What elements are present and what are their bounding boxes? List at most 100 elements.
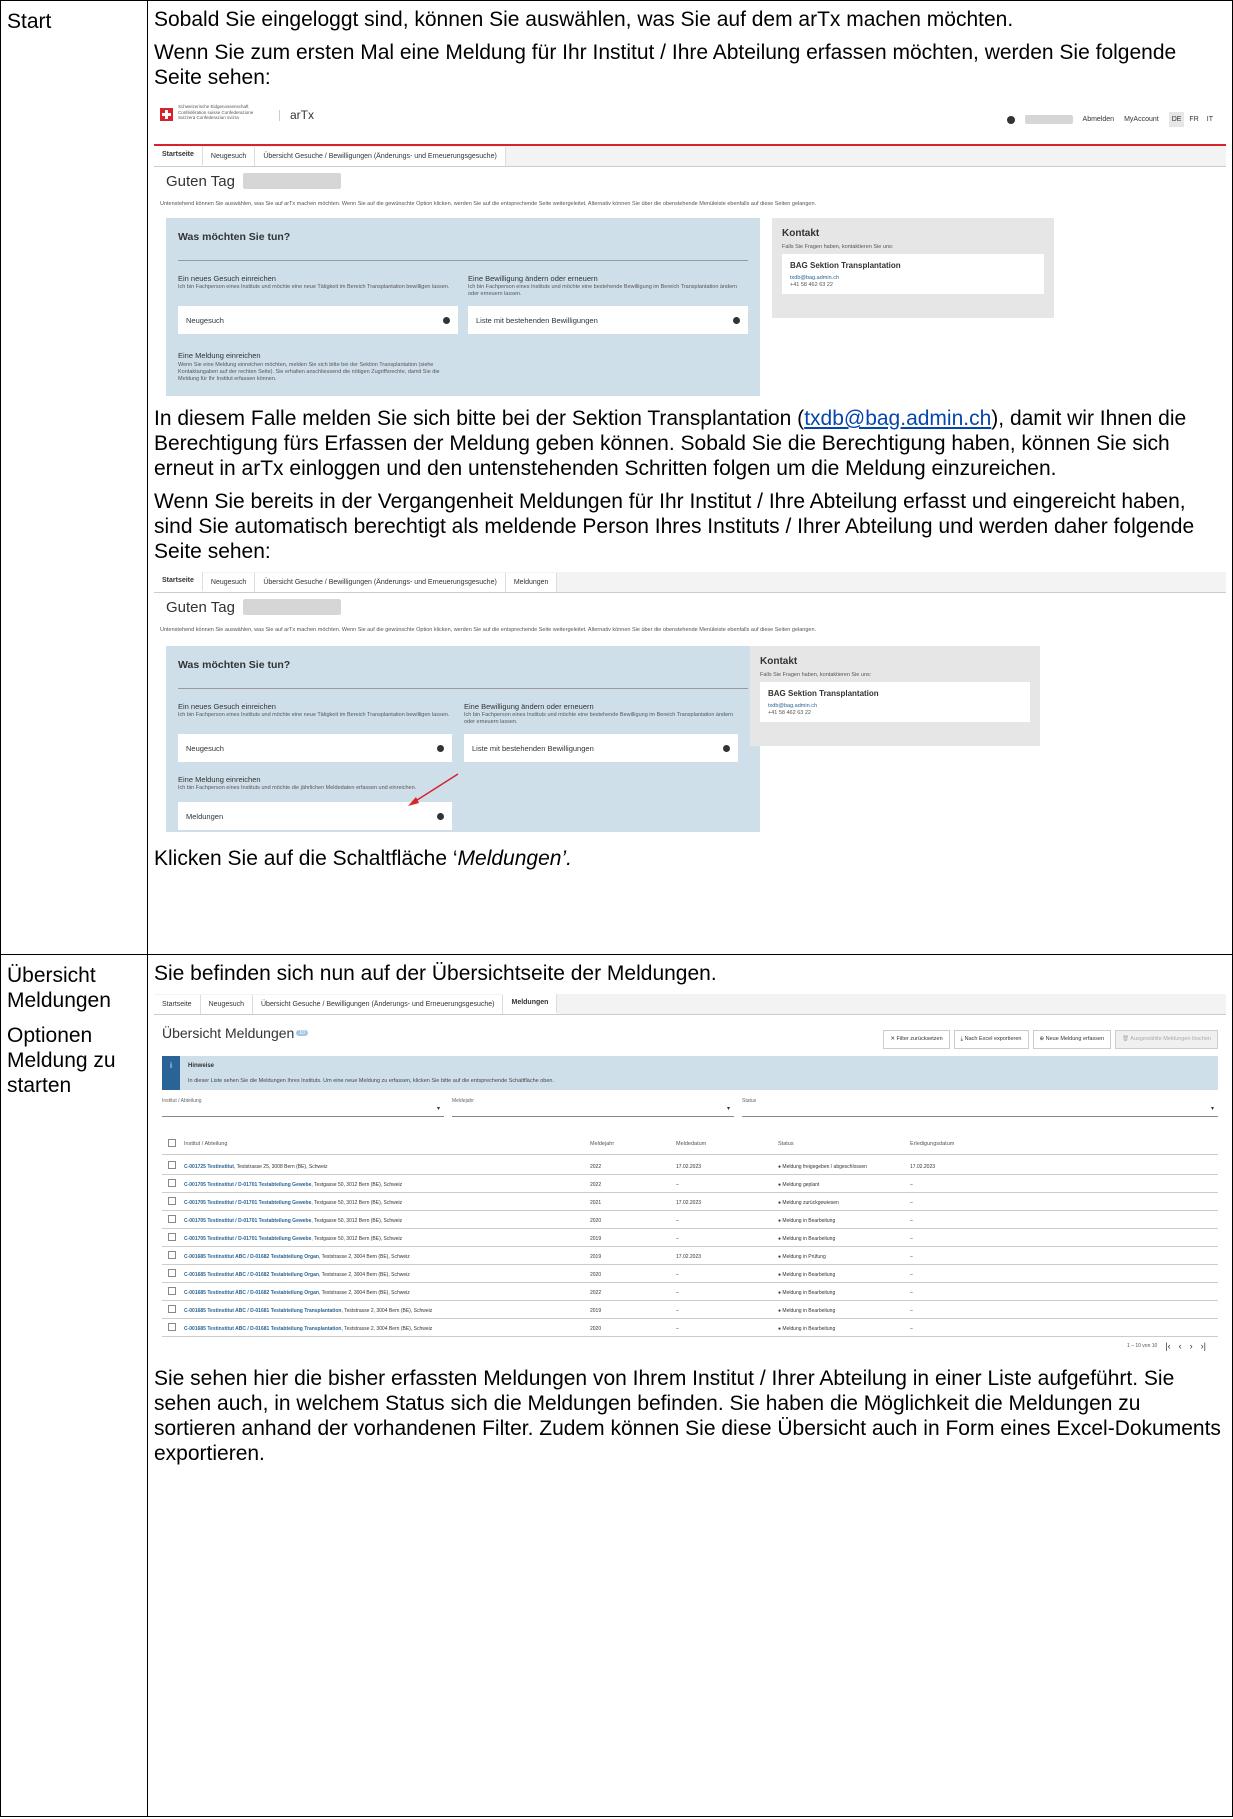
row-meldejahr: 2022 [590, 1164, 602, 1170]
row-status: ● Meldung in Bearbeitung [778, 1326, 836, 1332]
lang-fr[interactable]: FR [1186, 112, 1201, 127]
row-label-start: Start [0, 0, 148, 955]
option-new-desc: Ich bin Fachperson eines Instituts und m… [178, 284, 450, 290]
col-erledigungsdatum[interactable]: Erledigungsdatum [910, 1139, 954, 1150]
contact-subtitle: Falls Sie Fragen haben, kontaktieren Sie… [782, 244, 894, 250]
row-meldejahr: 2019 [590, 1236, 602, 1242]
row-status: ● Meldung in Bearbeitung [778, 1272, 836, 1278]
tab-neugesuch[interactable]: Neugesuch [200, 995, 253, 1014]
app-title: arTx [279, 109, 314, 121]
tab-startseite[interactable]: Startseite [154, 572, 203, 592]
filter-meldejahr[interactable]: Meldejahr ▾ [452, 1096, 734, 1117]
row-meldedatum: – [676, 1182, 679, 1188]
row-checkbox[interactable] [168, 1233, 176, 1241]
greeting: Guten Tag [166, 173, 1226, 189]
row-checkbox[interactable] [168, 1197, 176, 1205]
option-report-title: Eine Meldung einreichen [178, 351, 261, 360]
delete-selected-button[interactable]: 🗑 Ausgewählte Meldungen löschen [1115, 1030, 1218, 1049]
neugesuch-card[interactable]: Neugesuch [178, 306, 458, 334]
next-page-icon[interactable]: › [1190, 1341, 1193, 1352]
row-institut[interactable]: C-001685 Testinstitut ABC / D-01682 Test… [184, 1252, 410, 1263]
header-actions: Abmelden MyAccount DE FR IT [1006, 112, 1216, 127]
col-status[interactable]: Status [778, 1139, 794, 1150]
row-meldedatum: – [676, 1308, 679, 1314]
neugesuch-card[interactable]: Neugesuch [178, 734, 452, 762]
bewilligungen-card[interactable]: Liste mit bestehenden Bewilligungen [468, 306, 748, 334]
tab-uebersicht-gesuche[interactable]: Übersicht Gesuche / Bewilligungen (Änder… [255, 573, 506, 592]
row-erledigungsdatum: – [910, 1326, 913, 1332]
row-status: ● Meldung geplant [778, 1182, 820, 1188]
greeting: Guten Tag [166, 599, 1226, 615]
row-institut[interactable]: C-001705 Testinstitut / D-01701 Testabte… [184, 1180, 402, 1191]
contact-card: BAG Sektion Transplantation txdb@bag.adm… [760, 682, 1030, 722]
greeting-text: Guten Tag [166, 598, 235, 616]
row-checkbox[interactable] [168, 1287, 176, 1295]
row-institut[interactable]: C-001685 Testinstitut ABC / D-01681 Test… [184, 1324, 432, 1335]
new-report-button[interactable]: ⊕ Neue Meldung erfassen [1032, 1030, 1112, 1049]
tab-meldungen[interactable]: Meldungen [505, 573, 558, 592]
info-icon [723, 744, 730, 752]
col-institut[interactable]: Institut / Abteilung [184, 1139, 227, 1150]
option-new-title: Ein neues Gesuch einreichen [178, 702, 276, 711]
filter-status[interactable]: Status ▾ [742, 1096, 1218, 1117]
tab-uebersicht-gesuche[interactable]: Übersicht Gesuche / Bewilligungen (Änder… [255, 147, 506, 166]
contact-subtitle: Falls Sie Fragen haben, kontaktieren Sie… [760, 672, 872, 678]
option-change-desc: Ich bin Fachperson eines Instituts und m… [468, 284, 738, 297]
row-meldejahr: 2022 [590, 1182, 602, 1188]
main-tabs: Startseite Neugesuch Übersicht Gesuche /… [154, 145, 1226, 167]
row-checkbox[interactable] [168, 1215, 176, 1223]
lang-it[interactable]: IT [1204, 112, 1216, 127]
tab-uebersicht-gesuche[interactable]: Übersicht Gesuche / Bewilligungen (Änder… [253, 995, 504, 1014]
pagination: 1 – 10 von 10 |‹ ‹ › ›| [1127, 1341, 1206, 1352]
row-institut[interactable]: C-001705 Testinstitut / D-01701 Testabte… [184, 1234, 402, 1245]
para-already-permitted: Wenn Sie bereits in der Vergangenheit Me… [154, 490, 1195, 563]
row-label-overview: Übersicht Meldungen Optionen Meldung zu … [0, 954, 148, 1817]
row-institut[interactable]: C-001685 Testinstitut ABC / D-01682 Test… [184, 1270, 410, 1281]
filter-institut[interactable]: Institut / Abteilung ▾ [162, 1096, 444, 1117]
tab-startseite[interactable]: Startseite [154, 995, 201, 1014]
mail-link[interactable]: txdb@bag.admin.ch [804, 407, 991, 430]
info-icon [437, 744, 444, 752]
prev-page-icon[interactable]: ‹ [1179, 1341, 1182, 1352]
row-checkbox[interactable] [168, 1269, 176, 1277]
col-meldedatum[interactable]: Meldedatum [676, 1139, 706, 1150]
export-excel-button[interactable]: ⤓ Nach Excel exportieren [953, 1030, 1029, 1049]
option-change-title: Eine Bewilligung ändern oder erneuern [464, 702, 594, 711]
row-institut[interactable]: C-001685 Testinstitut ABC / D-01682 Test… [184, 1288, 410, 1299]
options-panel: Was möchten Sie tun? Ein neues Gesuch ei… [166, 646, 760, 832]
pointer-arrow-icon [408, 773, 459, 806]
select-all-checkbox[interactable] [168, 1139, 176, 1147]
tab-startseite[interactable]: Startseite [154, 145, 203, 166]
row-institut[interactable]: C-001725 Testinstitut, Teststrasse 25, 3… [184, 1162, 327, 1173]
label-start: Start [7, 10, 52, 33]
contact-name: BAG Sektion Transplantation [768, 689, 879, 698]
tab-neugesuch[interactable]: Neugesuch [202, 573, 256, 592]
row-checkbox[interactable] [168, 1251, 176, 1259]
row-institut[interactable]: C-001685 Testinstitut ABC / D-01681 Test… [184, 1306, 432, 1317]
user-icon [1006, 115, 1015, 124]
bewilligungen-label: Liste mit bestehenden Bewilligungen [472, 743, 594, 753]
col-meldejahr[interactable]: Meldejahr [590, 1139, 614, 1150]
account-link[interactable]: MyAccount [1124, 114, 1159, 125]
bewilligungen-label: Liste mit bestehenden Bewilligungen [476, 315, 598, 325]
row-status: ● Meldung zurückgewiesen [778, 1200, 839, 1206]
last-page-icon[interactable]: ›| [1201, 1341, 1206, 1352]
row-institut[interactable]: C-001705 Testinstitut / D-01701 Testabte… [184, 1198, 402, 1209]
lang-de[interactable]: DE [1168, 112, 1185, 127]
hint-box: i Hinweise In dieser Liste sehen Sie die… [162, 1056, 1218, 1090]
row-divider [162, 1300, 1218, 1301]
row-checkbox[interactable] [168, 1305, 176, 1313]
redacted-name [242, 599, 341, 615]
tab-meldungen[interactable]: Meldungen [503, 994, 558, 1014]
bewilligungen-card[interactable]: Liste mit bestehenden Bewilligungen [464, 734, 738, 762]
reset-filter-button[interactable]: ✕ Filter zurücksetzen [883, 1030, 950, 1049]
row-institut[interactable]: C-001705 Testinstitut / D-01701 Testabte… [184, 1216, 402, 1227]
first-page-icon[interactable]: |‹ [1165, 1341, 1170, 1352]
row-checkbox[interactable] [168, 1179, 176, 1187]
row-checkbox[interactable] [168, 1323, 176, 1331]
row-checkbox[interactable] [168, 1161, 176, 1169]
tab-neugesuch[interactable]: Neugesuch [202, 147, 256, 166]
logout-link[interactable]: Abmelden [1083, 114, 1115, 125]
row-content-start: Sobald Sie eingeloggt sind, können Sie a… [147, 0, 1233, 955]
greeting-text: Guten Tag [166, 172, 235, 190]
